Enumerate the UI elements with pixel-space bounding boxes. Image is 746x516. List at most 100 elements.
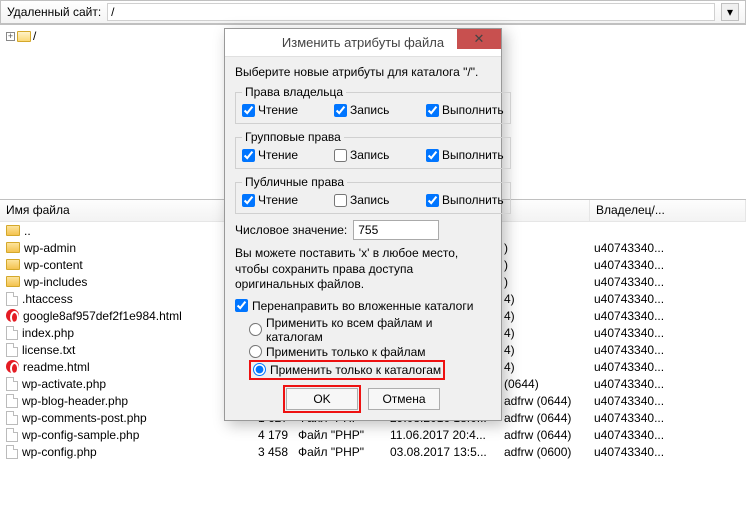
public-exec-cb[interactable] bbox=[426, 194, 439, 207]
file-perm: 4) bbox=[500, 326, 590, 340]
file-icon bbox=[6, 428, 18, 442]
apply-all[interactable]: Применить ко всем файлам и каталогам bbox=[249, 316, 491, 344]
file-perm: 4) bbox=[500, 360, 590, 374]
file-perm: 4) bbox=[500, 292, 590, 306]
file-type: Файл "PHP" bbox=[294, 428, 386, 442]
folder-icon bbox=[6, 259, 20, 270]
file-size: 4 179 bbox=[234, 428, 294, 442]
dialog-title-text: Изменить атрибуты файла bbox=[282, 35, 444, 50]
file-owner: u40743340... bbox=[590, 428, 710, 442]
table-row[interactable]: wp-config.php 3 458Файл "PHP"03.08.2017 1… bbox=[0, 443, 746, 460]
expand-icon[interactable]: + bbox=[6, 32, 15, 41]
remote-path-input[interactable]: / bbox=[107, 3, 715, 21]
file-name: wp-activate.php bbox=[22, 377, 106, 391]
owner-read[interactable]: Чтение bbox=[242, 103, 320, 117]
file-perm: 4) bbox=[500, 343, 590, 357]
file-size: 3 458 bbox=[234, 445, 294, 459]
close-button[interactable]: ✕ bbox=[457, 29, 501, 49]
file-owner: u40743340... bbox=[590, 241, 710, 255]
public-read-cb[interactable] bbox=[242, 194, 255, 207]
col-name[interactable]: Имя файла bbox=[0, 200, 234, 221]
apply-files-radio[interactable] bbox=[249, 345, 262, 358]
recurse-checkbox[interactable]: Перенаправить во вложенные каталоги bbox=[235, 299, 491, 313]
file-name: wp-content bbox=[24, 258, 83, 272]
file-owner: u40743340... bbox=[590, 275, 710, 289]
close-icon: ✕ bbox=[474, 31, 485, 47]
owner-exec-cb[interactable] bbox=[426, 104, 439, 117]
apply-dirs-wrap[interactable]: Применить только к каталогам bbox=[249, 360, 491, 380]
group-write-cb[interactable] bbox=[334, 149, 347, 162]
recurse-cb[interactable] bbox=[235, 299, 248, 312]
file-icon bbox=[6, 394, 18, 408]
file-name: .htaccess bbox=[22, 292, 73, 306]
table-row[interactable]: wp-config-sample.php4 179Файл "PHP"11.06… bbox=[0, 426, 746, 443]
file-name: wp-config-sample.php bbox=[22, 428, 139, 442]
numeric-label: Числовое значение: bbox=[235, 223, 347, 237]
file-perm: adfrw (0644) bbox=[500, 428, 590, 442]
owner-write[interactable]: Запись bbox=[334, 103, 412, 117]
file-name: license.txt bbox=[22, 343, 75, 357]
file-name: wp-comments-post.php bbox=[22, 411, 147, 425]
file-owner: u40743340... bbox=[590, 445, 710, 459]
cancel-button[interactable]: Отмена bbox=[368, 388, 440, 410]
group-read[interactable]: Чтение bbox=[242, 148, 320, 162]
file-owner: u40743340... bbox=[590, 326, 710, 340]
owner-write-cb[interactable] bbox=[334, 104, 347, 117]
file-owner: u40743340... bbox=[590, 292, 710, 306]
ok-button[interactable]: OK bbox=[286, 388, 358, 410]
group-perms: Групповые права Чтение Запись Выполнить bbox=[235, 130, 511, 169]
file-name: wp-includes bbox=[24, 275, 87, 289]
col-owner[interactable]: Владелец/... bbox=[590, 200, 746, 221]
file-name: .. bbox=[24, 224, 31, 238]
public-write[interactable]: Запись bbox=[334, 193, 412, 207]
public-read[interactable]: Чтение bbox=[242, 193, 320, 207]
file-owner: u40743340... bbox=[590, 411, 710, 425]
file-name: readme.html bbox=[23, 360, 90, 374]
public-exec[interactable]: Выполнить bbox=[426, 193, 504, 207]
file-name: wp-blog-header.php bbox=[22, 394, 128, 408]
apply-all-radio[interactable] bbox=[249, 323, 262, 336]
file-owner: u40743340... bbox=[590, 258, 710, 272]
file-name: google8af957def2f1e984.html bbox=[23, 309, 182, 323]
file-type: Файл "PHP" bbox=[294, 445, 386, 459]
public-perms: Публичные права Чтение Запись Выполнить bbox=[235, 175, 511, 214]
group-exec[interactable]: Выполнить bbox=[426, 148, 504, 162]
folder-icon bbox=[6, 242, 20, 253]
file-perm: adfrw (0600) bbox=[500, 445, 590, 459]
file-perm: ) bbox=[500, 258, 590, 272]
remote-site-label: Удаленный сайт: bbox=[7, 5, 101, 19]
file-name: wp-config.php bbox=[22, 445, 97, 459]
owner-perms-legend: Права владельца bbox=[242, 85, 346, 99]
owner-exec[interactable]: Выполнить bbox=[426, 103, 504, 117]
group-exec-cb[interactable] bbox=[426, 149, 439, 162]
file-name: index.php bbox=[22, 326, 74, 340]
chmod-dialog: Изменить атрибуты файла ✕ Выберите новые… bbox=[224, 28, 502, 421]
dialog-prompt: Выберите новые атрибуты для каталога "/"… bbox=[235, 65, 491, 79]
owner-read-cb[interactable] bbox=[242, 104, 255, 117]
dialog-titlebar[interactable]: Изменить атрибуты файла ✕ bbox=[225, 29, 501, 57]
public-perms-legend: Публичные права bbox=[242, 175, 347, 189]
file-icon bbox=[6, 411, 18, 425]
owner-perms: Права владельца Чтение Запись Выполнить bbox=[235, 85, 511, 124]
numeric-value-input[interactable] bbox=[353, 220, 439, 240]
file-perm: adfrw (0644) bbox=[500, 411, 590, 425]
numeric-note: Вы можете поставить 'x' в любое место, ч… bbox=[235, 246, 491, 293]
apply-files[interactable]: Применить только к файлам bbox=[249, 345, 491, 359]
path-dropdown-icon[interactable]: ▾ bbox=[721, 3, 739, 21]
file-perm: 4) bbox=[500, 309, 590, 323]
public-write-cb[interactable] bbox=[334, 194, 347, 207]
remote-path-value: / bbox=[111, 5, 114, 19]
file-owner: u40743340... bbox=[590, 377, 710, 391]
file-owner: u40743340... bbox=[590, 360, 710, 374]
file-date: 03.08.2017 13:5... bbox=[386, 445, 500, 459]
col-perm[interactable] bbox=[500, 200, 590, 221]
group-write[interactable]: Запись bbox=[334, 148, 412, 162]
opera-icon bbox=[6, 360, 19, 373]
file-owner: u40743340... bbox=[590, 343, 710, 357]
file-icon bbox=[6, 292, 18, 306]
apply-dirs-radio[interactable] bbox=[253, 363, 266, 376]
tree-root-label: / bbox=[33, 29, 36, 43]
file-icon bbox=[6, 445, 18, 459]
group-read-cb[interactable] bbox=[242, 149, 255, 162]
group-perms-legend: Групповые права bbox=[242, 130, 344, 144]
